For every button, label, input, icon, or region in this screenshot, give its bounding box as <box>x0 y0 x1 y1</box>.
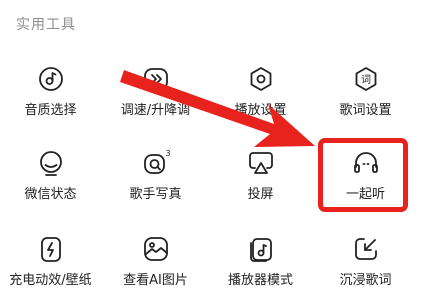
ai-picture-icon <box>141 234 171 264</box>
tool-label: 歌手写真 <box>129 187 182 202</box>
tool-sound-quality[interactable]: 音质选择 <box>0 64 103 124</box>
tool-label: 沉浸歌词 <box>339 273 392 288</box>
immersive-lyrics-icon <box>351 234 381 264</box>
svg-text:3: 3 <box>165 149 170 158</box>
wechat-status-icon <box>36 148 66 178</box>
tool-immersive-lyrics[interactable]: 沉浸歌词 <box>313 234 418 294</box>
tool-ai-picture[interactable]: 查看AI图片 <box>103 234 208 294</box>
tool-player-mode[interactable]: 播放器模式 <box>208 234 313 294</box>
tool-play-settings[interactable]: 播放设置 <box>208 64 313 124</box>
tool-charging-wallpaper[interactable]: 充电动效/壁纸 <box>0 234 103 294</box>
tool-label: 播放设置 <box>234 103 287 118</box>
lyrics-settings-icon: 词 <box>351 64 381 94</box>
tool-label: 音质选择 <box>24 103 77 118</box>
screen-cast-icon <box>246 148 276 178</box>
speed-pitch-icon <box>141 64 171 94</box>
svg-text:词: 词 <box>361 74 371 86</box>
tool-label: 微信状态 <box>24 187 77 202</box>
player-mode-icon <box>246 234 276 264</box>
tool-label: 充电动效/壁纸 <box>9 273 92 288</box>
sound-quality-icon <box>36 64 66 94</box>
tool-wechat-status[interactable]: 微信状态 <box>0 148 103 208</box>
tool-label: 播放器模式 <box>227 273 293 288</box>
tool-speed-pitch[interactable]: 调速/升降调 <box>103 64 208 124</box>
tool-label: 歌词设置 <box>339 103 392 118</box>
highlight-box <box>318 138 408 212</box>
tools-panel: 实用工具 音质选择 调速/升降调 播放设置 词 歌词设置 微信状态 3 歌手写真… <box>0 0 422 299</box>
tool-label: 投屏 <box>247 187 274 202</box>
tool-label: 调速/升降调 <box>120 103 191 118</box>
tool-label: 查看AI图片 <box>123 273 188 288</box>
tool-screen-cast[interactable]: 投屏 <box>208 148 313 208</box>
charging-wallpaper-icon <box>36 234 66 264</box>
singer-photo-icon: 3 <box>141 148 171 178</box>
tool-lyrics-settings[interactable]: 词 歌词设置 <box>313 64 418 124</box>
tool-singer-photo[interactable]: 3 歌手写真 <box>103 148 208 208</box>
play-settings-icon <box>246 64 276 94</box>
